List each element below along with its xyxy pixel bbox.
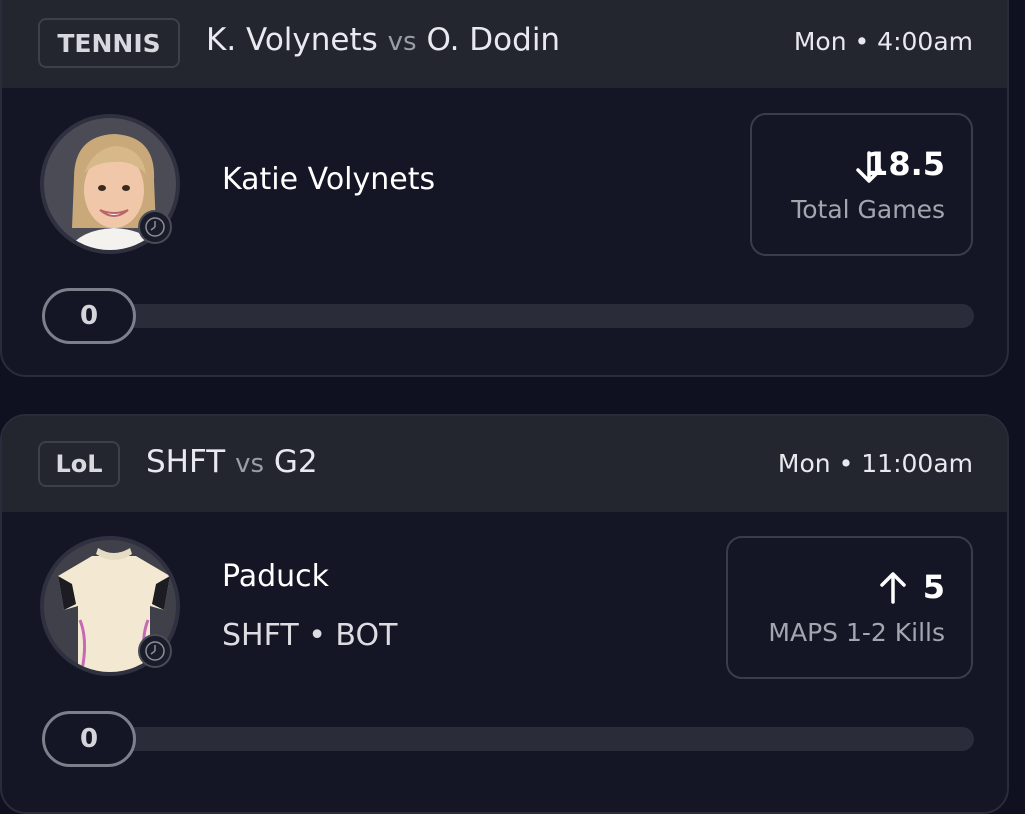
sport-badge: LoL [38, 441, 120, 487]
player-name: Katie Volynets [222, 162, 436, 197]
player-team-position: SHFT • BOT [222, 618, 398, 653]
team-b: O. Dodin [426, 22, 561, 58]
progress-track [42, 727, 974, 751]
card-header: LoL SHFT vs G2 Mon • 11:00am [2, 416, 1007, 512]
sport-badge: TENNIS [38, 18, 180, 68]
matchup[interactable]: K. Volynets vs O. Dodin [206, 22, 560, 58]
progress-value: 0 [42, 288, 136, 344]
stat-label: Total Games [791, 195, 945, 224]
vs-label: vs [387, 27, 417, 57]
card-header: TENNIS K. Volynets vs O. Dodin Mon • 4:0… [2, 0, 1007, 88]
projection-box[interactable]: 5 MAPS 1-2 Kills [726, 536, 973, 679]
line-value: 5 [922, 568, 945, 606]
vs-label: vs [235, 449, 265, 479]
team-b: G2 [273, 444, 318, 480]
line-value: 18.5 [866, 145, 945, 183]
player-name: Paduck [222, 559, 330, 594]
progress-track [42, 304, 974, 328]
projection-box[interactable]: 18.5 Total Games [750, 113, 973, 256]
clock-icon [138, 634, 172, 668]
matchup[interactable]: SHFT vs G2 [146, 444, 318, 480]
progress-value: 0 [42, 711, 136, 767]
game-time: Mon • 4:00am [793, 27, 973, 56]
clock-icon [138, 210, 172, 244]
team-a: SHFT [146, 444, 226, 480]
game-time: Mon • 11:00am [777, 449, 973, 478]
pick-card[interactable]: TENNIS K. Volynets vs O. Dodin Mon • 4:0… [0, 0, 1009, 377]
pick-card[interactable]: LoL SHFT vs G2 Mon • 11:00am Paduck SHFT… [0, 414, 1009, 814]
arrow-up-icon [880, 572, 906, 604]
team-a: K. Volynets [206, 22, 378, 58]
stat-label: MAPS 1-2 Kills [768, 618, 945, 647]
